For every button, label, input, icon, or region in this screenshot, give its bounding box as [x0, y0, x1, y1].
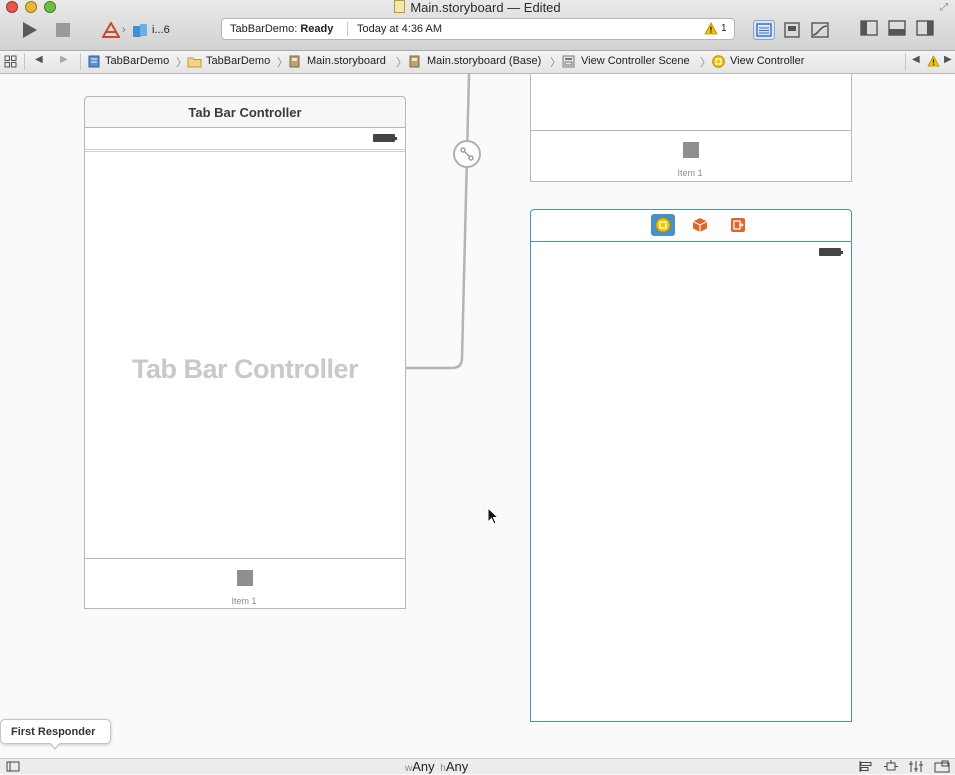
divider — [905, 53, 906, 70]
view-controller-scene[interactable] — [530, 241, 852, 722]
align-icon[interactable] — [858, 760, 874, 773]
exit-icon[interactable] — [730, 217, 746, 233]
view-controller-scene-dock[interactable] — [530, 209, 852, 242]
tab-bar-controller-placeholder: Tab Bar Controller — [131, 354, 359, 384]
tab-bar-item-label[interactable]: Item 1 — [660, 168, 720, 178]
resolve-auto-layout-icon[interactable] — [908, 760, 924, 773]
tab-bar-divider — [531, 130, 851, 131]
tab-bar-item-icon[interactable] — [237, 570, 253, 586]
chevron-right-icon: 〉 — [176, 57, 187, 69]
divider — [24, 53, 25, 70]
breadcrumb-base-storyboard[interactable]: Main.storyboard (Base) — [427, 55, 541, 67]
child-view-controller-scene[interactable]: Item 1 — [530, 74, 852, 182]
forward-arrow-icon[interactable]: ▶ — [60, 54, 68, 65]
tab-bar-item-label[interactable]: Item 1 — [214, 596, 274, 606]
status-timestamp: Today at 4:36 AM — [357, 23, 442, 35]
pin-icon[interactable] — [883, 760, 899, 773]
view-controller-dock-button[interactable] — [651, 214, 675, 236]
chevron-right-icon: 〉 — [700, 57, 711, 69]
breadcrumb-project[interactable]: TabBarDemo — [105, 55, 169, 67]
document-outline-toggle-icon[interactable] — [6, 761, 20, 772]
view-controller-icon — [712, 55, 725, 68]
run-button[interactable] — [20, 20, 40, 40]
ios-device-icon — [133, 24, 147, 37]
related-items-icon[interactable] — [4, 55, 17, 68]
storyboard-file-icon — [409, 55, 420, 68]
resizing-behavior-icon[interactable] — [934, 760, 950, 773]
breadcrumb-storyboard[interactable]: Main.storyboard — [307, 55, 386, 67]
navigator-panel-icon — [860, 20, 878, 36]
version-editor-button[interactable] — [809, 20, 831, 40]
relationship-segue-line[interactable] — [400, 74, 480, 374]
storyboard-file-icon — [289, 55, 300, 68]
status-state: Ready — [300, 23, 334, 35]
status-bar — [85, 128, 405, 152]
segue-relationship-badge[interactable] — [453, 140, 481, 168]
chevron-right-icon: 〉 — [550, 57, 561, 69]
storyboard-canvas[interactable]: Tab Bar Controller Tab Bar Controller It… — [0, 74, 955, 758]
scene-icon — [562, 55, 575, 68]
chevron-right-icon: 〉 — [277, 57, 288, 69]
chevron-right-icon: 〉 — [396, 57, 407, 69]
status-project-name: TabBarDemo: — [230, 23, 298, 35]
tab-bar: Item 1 — [85, 558, 405, 609]
tooltip-pointer-fill — [50, 742, 60, 748]
app-scheme-icon — [102, 22, 120, 38]
breadcrumb-scene[interactable]: View Controller Scene — [581, 55, 690, 67]
mouse-cursor-icon — [487, 507, 500, 525]
breadcrumb-group[interactable]: TabBarDemo — [206, 55, 270, 67]
standard-editor-button[interactable] — [753, 20, 775, 40]
divider — [80, 53, 81, 70]
breadcrumb-view-controller[interactable]: View Controller — [730, 55, 804, 67]
scene-title: Tab Bar Controller — [188, 105, 302, 120]
window-toolbar: Main.storyboard — Edited ⤢ › i...6 TabBa… — [0, 0, 955, 51]
tab-bar-controller-scene-header[interactable]: Tab Bar Controller — [84, 96, 406, 128]
warning-count: 1 — [721, 23, 727, 34]
height-class-value: Any — [445, 759, 469, 774]
warning-icon[interactable] — [927, 55, 940, 67]
battery-icon — [819, 248, 843, 256]
previous-issue-icon[interactable]: ◀ — [912, 54, 920, 65]
stop-button[interactable] — [54, 20, 72, 40]
first-responder-icon[interactable] — [692, 217, 708, 233]
canvas-bottom-bar: wAny hAny — [0, 758, 955, 774]
folder-icon — [187, 57, 202, 68]
version-editor-icon — [811, 22, 829, 38]
next-issue-icon[interactable]: ▶ — [944, 54, 952, 65]
toggle-navigator-button[interactable] — [860, 20, 878, 39]
tooltip-text: First Responder — [11, 726, 96, 738]
chevron-right-icon: › — [122, 24, 126, 36]
standard-editor-icon — [756, 23, 772, 37]
utilities-panel-icon — [916, 20, 934, 36]
window-title: Main.storyboard — Edited — [0, 0, 955, 15]
view-controller-icon — [655, 217, 671, 233]
status-divider — [347, 22, 348, 36]
jump-bar: ◀ ▶ TabBarDemo 〉 TabBarDemo 〉 Main.story… — [0, 51, 955, 74]
tab-bar-controller-scene[interactable]: Tab Bar Controller Item 1 — [84, 127, 406, 609]
back-arrow-icon[interactable]: ◀ — [35, 54, 43, 65]
fullscreen-icon[interactable]: ⤢ — [940, 2, 948, 13]
activity-status-view: TabBarDemo: Ready Today at 4:36 AM 1 — [221, 18, 735, 40]
width-class-value: Any — [412, 759, 435, 774]
assistant-editor-icon — [784, 22, 800, 38]
storyboard-file-icon — [394, 0, 406, 13]
first-responder-tooltip: First Responder — [0, 719, 111, 744]
project-icon — [88, 55, 100, 68]
warning-icon — [704, 22, 718, 35]
toggle-debug-area-button[interactable] — [888, 20, 906, 39]
debug-panel-icon — [888, 20, 906, 36]
toggle-utilities-button[interactable] — [916, 20, 934, 39]
window-title-text: Main.storyboard — Edited — [410, 0, 561, 15]
destination-label: i...6 — [152, 24, 170, 36]
battery-icon — [373, 134, 397, 142]
tab-bar-item-icon[interactable] — [683, 142, 699, 158]
assistant-editor-button[interactable] — [781, 20, 803, 40]
relationship-link-icon — [460, 147, 474, 161]
